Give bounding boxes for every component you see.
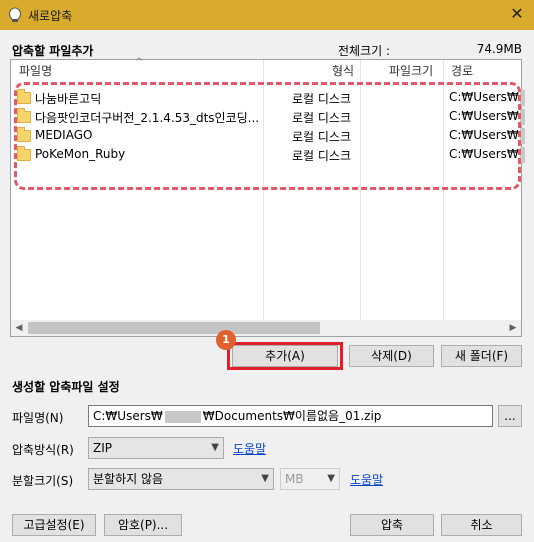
- add-button[interactable]: 추가(A): [232, 345, 338, 367]
- filename-input[interactable]: C:₩Users₩ ₩Documents₩이름없음_01.zip: [88, 405, 493, 427]
- compress-button[interactable]: 압축: [350, 514, 434, 536]
- help-link-split[interactable]: 도움말: [350, 471, 383, 488]
- archive-section-label: 생성할 압축파일 설정: [12, 380, 120, 394]
- scrollbar-thumb[interactable]: [28, 322, 320, 334]
- split-select[interactable]: 분할하지 않음 ▼: [88, 468, 274, 490]
- highlight-dashed-box: [14, 82, 521, 190]
- files-section-label: 압축할 파일추가: [12, 44, 94, 58]
- column-header-size[interactable]: 파일크기: [389, 60, 433, 82]
- filename-label: 파일명(N): [12, 411, 64, 425]
- column-header-name[interactable]: 파일명: [19, 60, 52, 82]
- method-value: ZIP: [93, 441, 112, 455]
- cancel-button[interactable]: 취소: [441, 514, 522, 536]
- column-header-path[interactable]: 경로: [451, 60, 473, 82]
- new-folder-button[interactable]: 새 폴더(F): [441, 345, 522, 367]
- chevron-down-icon: ▼: [261, 473, 269, 484]
- browse-button[interactable]: ...: [498, 405, 522, 427]
- chevron-down-icon: ▼: [211, 442, 219, 453]
- method-label: 압축방식(R): [12, 443, 74, 457]
- unit-value: MB: [285, 472, 304, 486]
- split-value: 분할하지 않음: [93, 472, 164, 486]
- password-button[interactable]: 암호(P)...: [104, 514, 182, 536]
- chevron-down-icon: ▼: [327, 473, 335, 484]
- filename-suffix: ₩Documents₩이름없음_01.zip: [202, 409, 382, 423]
- close-button[interactable]: ✕: [500, 0, 534, 30]
- title-bar: 새로압축 ✕: [0, 0, 534, 30]
- column-header-type[interactable]: 형식: [332, 60, 354, 82]
- horizontal-scrollbar[interactable]: ◀ ▶: [11, 320, 521, 336]
- split-label: 분할크기(S): [12, 474, 74, 488]
- app-icon: [9, 7, 21, 22]
- advanced-settings-button[interactable]: 고급설정(E): [12, 514, 96, 536]
- total-size-label: 전체크기 :: [338, 44, 391, 58]
- redacted-username: [164, 410, 201, 423]
- sort-arrow-icon: ^: [135, 57, 144, 68]
- scroll-left-icon[interactable]: ◀: [11, 320, 27, 336]
- filename-prefix: C:₩Users₩: [93, 409, 163, 423]
- delete-button[interactable]: 삭제(D): [349, 345, 434, 367]
- unit-select[interactable]: MB ▼: [280, 468, 340, 490]
- window-title: 새로압축: [28, 9, 73, 23]
- file-list[interactable]: ^ 파일명 형식 파일크기 경로 나눔바른고딕 로컬 디스크 C:₩Users₩…: [10, 57, 525, 337]
- method-select[interactable]: ZIP ▼: [88, 437, 224, 459]
- total-size-value: 74.9MB: [476, 42, 522, 56]
- step-badge: 1: [216, 330, 236, 350]
- help-link-method[interactable]: 도움말: [233, 440, 266, 457]
- scroll-right-icon[interactable]: ▶: [505, 320, 521, 336]
